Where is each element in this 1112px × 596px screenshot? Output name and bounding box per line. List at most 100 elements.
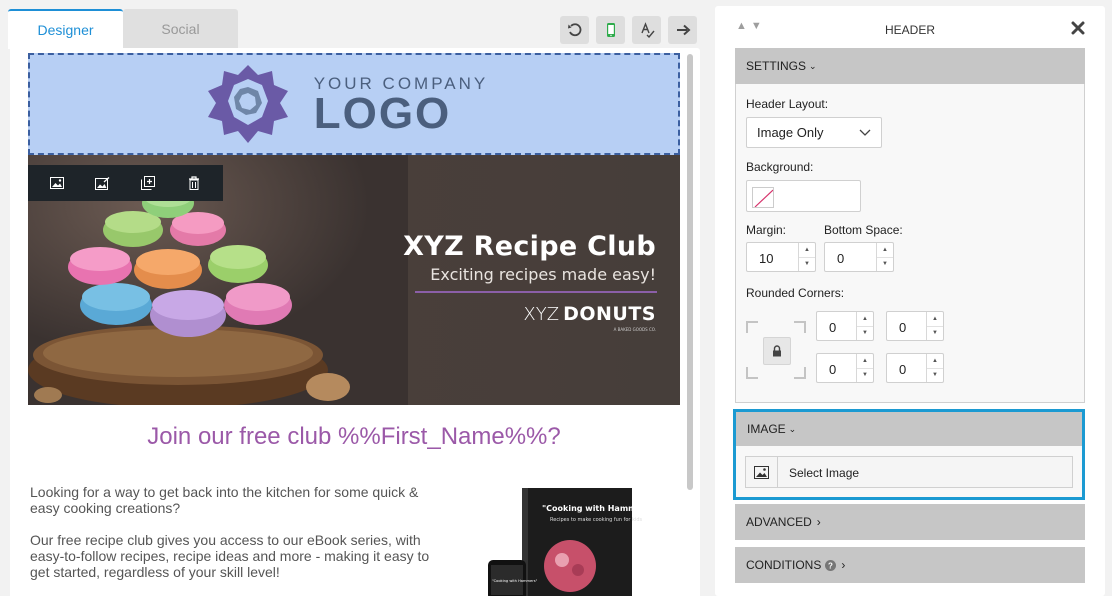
email-canvas: YOUR COMPANY LOGO XYZ Recipe Club Exciti… [10,48,700,596]
help-icon[interactable]: ? [825,559,837,571]
undo-icon [567,23,581,37]
increment-icon[interactable]: ▲ [877,243,893,258]
duplicate-block-button[interactable] [137,172,159,194]
logo-wordmark: LOGO [313,89,452,138]
decrement-icon[interactable]: ▼ [857,327,873,341]
logo-header-block[interactable]: YOUR COMPANY LOGO [28,53,680,155]
intro-paragraph: Looking for a way to get back into the k… [30,484,419,516]
svg-text:?: ? [828,561,833,570]
corner-top-left-input[interactable]: 0 ▲ ▼ [816,311,874,341]
spell-check-icon [640,22,655,38]
designer-pane: Designer Social YOUR COMPANY LOGO XYZ Re… [0,0,702,596]
background-color-picker[interactable] [746,180,861,212]
hero-subtitle: Exciting recipes made easy! [430,265,656,284]
tab-designer[interactable]: Designer [8,9,123,49]
chevron-down-icon: ⌄ [809,60,817,71]
decrement-icon[interactable]: ▼ [927,327,943,341]
hero-title: XYZ Recipe Club [403,231,656,262]
editor-toolbar [560,16,697,44]
header-layout-value: Image Only [757,125,824,140]
corner-bottom-left-input[interactable]: 0 ▲ ▼ [816,353,874,383]
chevron-right-icon: › [816,515,821,529]
ebook-phone-title: "Cooking with Hammers" [492,579,538,583]
margin-input[interactable]: 10 ▲ ▼ [746,242,816,272]
logo-mark-icon [207,65,288,143]
corner-bottom-right-input[interactable]: 0 ▲ ▼ [886,353,944,383]
settings-section: SETTINGS ⌄ Header Layout: Image Only Bac… [735,48,1085,403]
conditions-header[interactable]: CONDITIONS ? › [735,547,1085,583]
lock-corners-button[interactable] [763,337,791,365]
bottom-space-label: Bottom Space: [824,223,903,237]
corner-value: 0 [829,320,837,335]
undo-button[interactable] [560,16,589,44]
bottom-space-input[interactable]: 0 ▲ ▼ [824,242,894,272]
redo-button[interactable] [668,16,697,44]
edit-image-button[interactable] [92,172,114,194]
rounded-corners-label: Rounded Corners: [746,286,845,300]
close-icon[interactable] [1071,21,1085,35]
properties-panel: ▲ ▼ HEADER SETTINGS ⌄ Header Layout: Ima… [715,6,1105,596]
settings-label: SETTINGS [746,59,807,73]
advanced-header[interactable]: ADVANCED › [735,504,1085,540]
corner-top-right-input[interactable]: 0 ▲ ▼ [886,311,944,341]
hero-brand-logo: XYZ DONUTS A BAKED GOODS CO. [523,303,656,332]
intro-paragraph: Our free recipe club gives you access to… [30,532,430,580]
mobile-preview-icon [606,23,615,37]
ebook-subtitle: Recipes to make cooking fun for kids [550,517,643,523]
duplicate-icon [141,176,156,190]
image-header[interactable]: IMAGE ⌄ [736,412,1082,446]
increment-icon[interactable]: ▲ [799,243,815,258]
decrement-icon[interactable]: ▼ [857,369,873,383]
image-label: IMAGE [747,422,786,436]
conditions-label: CONDITIONS [746,558,822,572]
header-layout-label: Header Layout: [746,97,829,111]
canvas-scrollbar[interactable] [687,54,693,490]
ebook-title: "Cooking with Hammers" [542,504,655,513]
trash-icon [189,176,200,190]
chevron-right-icon: › [841,558,846,572]
edit-image-icon [95,176,110,190]
corner-value: 0 [829,362,837,377]
margin-label: Margin: [746,223,787,237]
intro-text-block[interactable]: Looking for a way to get back into the k… [30,484,440,580]
brand-prefix: XYZ [523,303,560,325]
corners-lock-control [746,321,806,379]
settings-header[interactable]: SETTINGS ⌄ [735,48,1085,84]
editor-tabs: Designer Social [8,9,238,49]
image-block-toolbar [28,165,223,201]
advanced-label: ADVANCED [746,515,812,529]
increment-icon[interactable]: ▲ [927,354,943,369]
image-icon [746,457,778,487]
email-preview: YOUR COMPANY LOGO XYZ Recipe Club Exciti… [28,53,680,451]
increment-icon[interactable]: ▲ [857,312,873,327]
redo-icon [676,24,690,36]
panel-title: HEADER [884,23,935,37]
decrement-icon[interactable]: ▼ [927,369,943,383]
image-section: IMAGE ⌄ Select Image [733,409,1085,500]
decrement-icon[interactable]: ▼ [877,258,893,272]
tab-social[interactable]: Social [123,9,238,49]
decrement-icon[interactable]: ▼ [799,258,815,272]
background-label: Background: [746,160,814,174]
company-logo: YOUR COMPANY LOGO [200,61,489,147]
bottom-space-value: 0 [837,251,845,266]
mobile-preview-button[interactable] [596,16,625,44]
hero-image-block[interactable]: XYZ Recipe Club Exciting recipes made ea… [28,155,680,405]
increment-icon[interactable]: ▲ [927,312,943,327]
spell-check-button[interactable] [632,16,661,44]
increment-icon[interactable]: ▲ [857,354,873,369]
delete-block-button[interactable] [183,172,205,194]
join-heading: Join our free club %%First_Name%%? [147,423,561,450]
corner-value: 0 [899,320,907,335]
select-image-button[interactable]: Select Image [745,456,1073,488]
replace-image-button[interactable] [46,172,68,194]
margin-value: 10 [759,251,774,266]
header-layout-select[interactable]: Image Only [746,117,882,148]
image-icon [49,177,64,189]
ebook-image[interactable]: "Cooking with Hammers" Recipes to make c… [470,488,655,596]
lock-icon [773,345,781,357]
brand-name: DONUTS [563,303,656,325]
brand-tagline: A BAKED GOODS CO. [613,327,656,332]
select-image-label: Select Image [789,466,860,480]
chevron-down-icon: ⌄ [788,423,797,434]
